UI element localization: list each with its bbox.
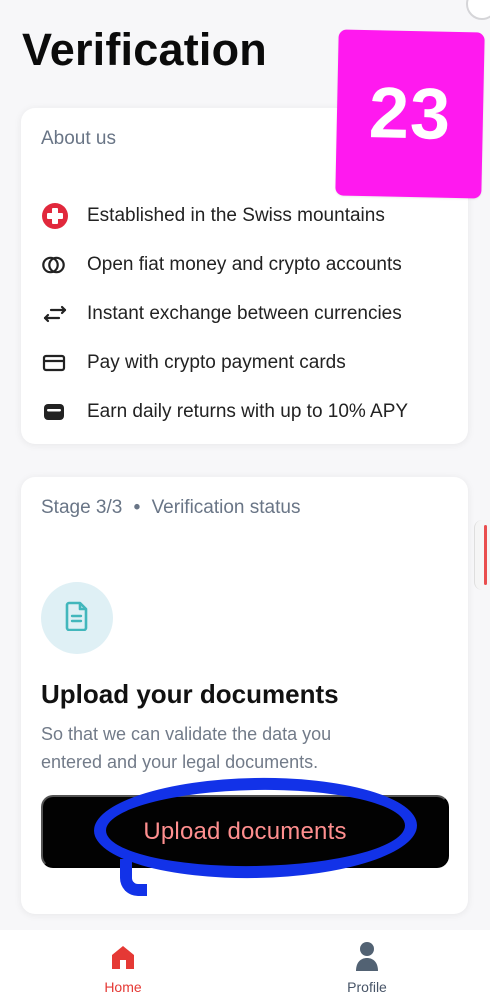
partial-circle-control[interactable] bbox=[466, 0, 490, 20]
about-us-list: Established in the Swiss mountains Open … bbox=[41, 191, 453, 436]
exchange-icon bbox=[41, 299, 75, 329]
about-item-card: Pay with crypto payment cards bbox=[41, 338, 453, 387]
bottom-navigation: Home Profile bbox=[0, 930, 490, 1000]
upload-description: So that we can validate the data you ent… bbox=[41, 724, 332, 772]
about-item-label: Earn daily returns with up to 10% APY bbox=[87, 400, 409, 422]
accounts-icon bbox=[41, 250, 75, 280]
document-icon bbox=[64, 601, 90, 636]
side-pull-tab[interactable] bbox=[474, 520, 490, 590]
status-separator: • bbox=[133, 497, 141, 518]
about-us-title: About us bbox=[41, 128, 116, 149]
about-item-exchange: Instant exchange between currencies bbox=[41, 289, 453, 338]
upload-documents-button[interactable]: Upload documents bbox=[41, 795, 449, 868]
about-item-swiss: Established in the Swiss mountains bbox=[41, 191, 453, 240]
about-item-label: Established in the Swiss mountains bbox=[87, 204, 385, 226]
home-icon bbox=[108, 938, 138, 972]
upload-heading: Upload your documents bbox=[41, 679, 339, 709]
number-badge: 23 bbox=[335, 29, 485, 199]
wallet-icon bbox=[41, 397, 75, 427]
verification-status-card: Stage 3/3 • Verification status Upload y… bbox=[21, 477, 468, 914]
swiss-cross-icon bbox=[41, 201, 75, 231]
nav-home-label: Home bbox=[104, 979, 142, 995]
card-icon bbox=[41, 348, 75, 378]
profile-icon bbox=[352, 938, 382, 972]
about-item-accounts: Open fiat money and crypto accounts bbox=[41, 240, 453, 289]
verification-stage: Stage 3/3 bbox=[41, 497, 123, 518]
verification-status-label: Verification status bbox=[151, 497, 301, 518]
about-item-returns: Earn daily returns with up to 10% APY bbox=[41, 387, 453, 436]
verification-screen: Verification About us Established in the… bbox=[0, 0, 490, 1000]
verification-status-header: Stage 3/3 • Verification status bbox=[41, 497, 300, 519]
document-icon-circle bbox=[41, 582, 113, 654]
about-item-label: Pay with crypto payment cards bbox=[87, 351, 346, 373]
page-title: Verification bbox=[22, 24, 267, 75]
nav-home[interactable]: Home bbox=[78, 938, 168, 1000]
about-item-label: Open fiat money and crypto accounts bbox=[87, 253, 402, 275]
nav-profile[interactable]: Profile bbox=[322, 938, 412, 1000]
nav-profile-label: Profile bbox=[347, 979, 387, 995]
about-item-label: Instant exchange between currencies bbox=[87, 302, 402, 324]
